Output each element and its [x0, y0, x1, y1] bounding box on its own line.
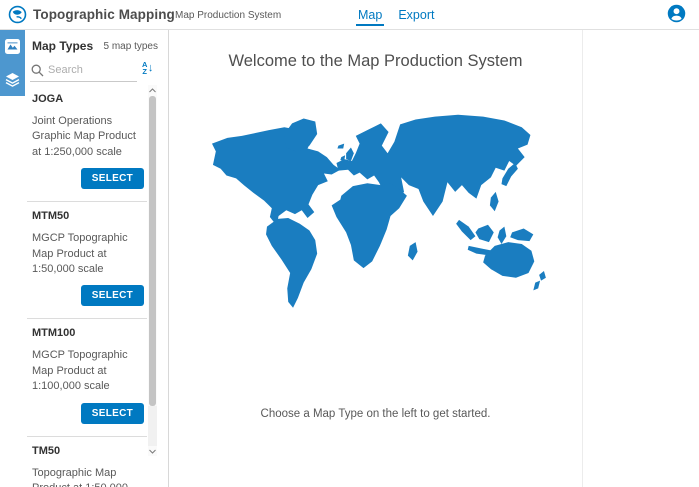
search-input[interactable]	[48, 62, 134, 78]
map-type-list: JOGA Joint Operations Graphic Map Produc…	[25, 85, 149, 487]
select-button-joga[interactable]: SELECT	[81, 168, 144, 189]
map-type-name: TM50	[32, 445, 149, 457]
header-tabs: Map Export	[358, 0, 434, 30]
user-avatar-icon[interactable]	[667, 4, 686, 23]
list-item-joga: JOGA Joint Operations Graphic Map Produc…	[25, 85, 149, 195]
map-types-count: 5 map types	[104, 41, 158, 52]
map-type-description: MGCP Topographic Map Product at 1:50,000…	[32, 231, 144, 277]
map-type-name: MTM50	[32, 210, 149, 222]
map-type-description: Topographic Map Product at 1:50,000 scal…	[32, 466, 144, 487]
sort-az-letters: A Z	[142, 61, 147, 75]
instruction-text: Choose a Map Type on the left to get sta…	[169, 408, 582, 420]
list-item-mtm100: MTM100 MGCP Topographic Map Product at 1…	[25, 319, 149, 429]
scrollbar-thumb[interactable]	[149, 96, 156, 406]
sidebar-title: Map Types	[32, 39, 93, 53]
map-types-tool-button[interactable]	[0, 30, 25, 63]
sort-arrow-icon: ↓	[148, 63, 154, 74]
app-logo-globe-icon	[8, 5, 27, 24]
world-map-image	[184, 108, 570, 380]
select-button-mtm50[interactable]: SELECT	[81, 285, 144, 306]
select-button-mtm100[interactable]: SELECT	[81, 403, 144, 424]
layers-tool-button[interactable]	[0, 63, 25, 96]
map-type-name: MTM100	[32, 327, 149, 339]
list-item-tm50: TM50 Topographic Map Product at 1:50,000…	[25, 437, 149, 487]
map-production-app: Topographic Mapping Map Production Syste…	[0, 0, 699, 487]
map-type-name: JOGA	[32, 93, 149, 105]
map-types-sidebar: Map Types 5 map types A Z ↓ JOGA Joint O…	[0, 30, 169, 487]
app-subtitle: Map Production System	[175, 10, 281, 21]
tab-map[interactable]: Map	[358, 0, 382, 30]
scroll-up-icon[interactable]	[148, 85, 157, 95]
tab-export[interactable]: Export	[398, 0, 434, 30]
scrollbar-track[interactable]	[148, 406, 157, 446]
scroll-down-icon[interactable]	[148, 446, 157, 456]
welcome-heading: Welcome to the Map Production System	[169, 52, 582, 71]
map-type-description: MGCP Topographic Map Product at 1:100,00…	[32, 348, 144, 394]
app-header: Topographic Mapping Map Production Syste…	[0, 0, 699, 30]
search-box	[30, 60, 137, 82]
search-icon	[31, 64, 44, 77]
list-scrollbar[interactable]	[148, 85, 157, 456]
main-panel: Welcome to the Map Production System	[169, 30, 583, 487]
app-title: Topographic Mapping	[33, 7, 175, 22]
sort-az-button[interactable]: A Z ↓	[142, 58, 160, 78]
map-type-description: Joint Operations Graphic Map Product at …	[32, 114, 144, 160]
tool-strip	[0, 30, 25, 96]
list-item-mtm50: MTM50 MGCP Topographic Map Product at 1:…	[25, 202, 149, 312]
map-types-icon	[4, 38, 21, 55]
layers-icon	[4, 71, 21, 88]
